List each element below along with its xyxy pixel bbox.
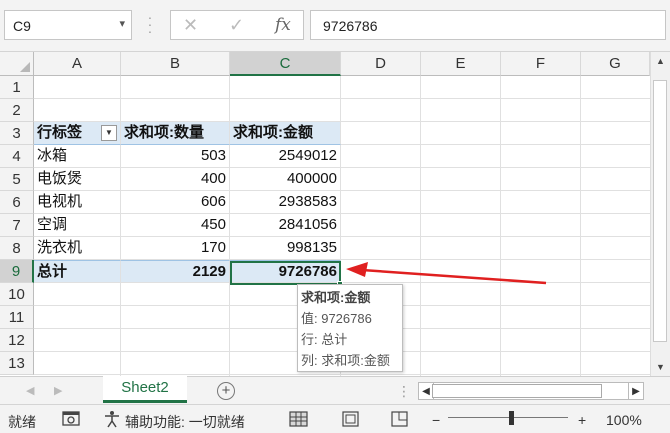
row-header-10[interactable]: 10	[0, 283, 34, 306]
pivot-qty-cell[interactable]: 450	[121, 214, 230, 237]
filter-dropdown-icon[interactable]: ▼	[101, 125, 117, 141]
pivot-qty-cell[interactable]: 170	[121, 237, 230, 260]
active-cell-border	[230, 261, 341, 285]
page-break-icon[interactable]	[390, 410, 412, 428]
zoom-level[interactable]: 100%	[606, 412, 642, 428]
pivot-amount-cell[interactable]: 2549012	[230, 145, 341, 168]
scroll-up-icon[interactable]: ▲	[656, 56, 665, 66]
select-all-corner[interactable]	[0, 52, 34, 76]
zoom-slider-track[interactable]	[448, 417, 568, 418]
row-header-3[interactable]: 3	[0, 122, 34, 145]
row-header-11[interactable]: 11	[0, 306, 34, 329]
macro-record-icon[interactable]	[62, 410, 82, 431]
scroll-down-icon[interactable]: ▼	[656, 362, 665, 372]
pivot-row-label[interactable]: 冰箱	[34, 145, 121, 168]
pivot-amount-cell[interactable]: 400000	[230, 168, 341, 191]
ready-status: 就绪	[8, 414, 36, 430]
pivot-amount-cell[interactable]: 2938583	[230, 191, 341, 214]
horizontal-scroll-thumb[interactable]	[432, 384, 602, 398]
tooltip-value: 值: 9726786	[301, 311, 372, 326]
chevron-down-icon[interactable]: ▾	[119, 17, 125, 30]
formula-buttons: ✕ ✓ fx	[170, 10, 304, 40]
zoom-out-button[interactable]: −	[432, 412, 440, 428]
page-layout-icon[interactable]	[341, 410, 363, 428]
prev-sheet-icon[interactable]: ◀	[26, 384, 34, 397]
pivot-qty-cell[interactable]: 606	[121, 191, 230, 214]
name-box[interactable]: C9 ▾	[4, 10, 132, 40]
normal-view-icon[interactable]	[289, 410, 311, 428]
row-header-1[interactable]: 1	[0, 76, 34, 99]
pivot-qty-cell[interactable]: 503	[121, 145, 230, 168]
status-bar: 就绪 辅助功能: 一切就绪 − + 100%	[0, 404, 670, 433]
row-header-7[interactable]: 7	[0, 214, 34, 237]
next-sheet-icon[interactable]: ▶	[54, 384, 62, 397]
vertical-scroll-thumb[interactable]	[653, 80, 667, 342]
pivot-row-label[interactable]: 洗衣机	[34, 237, 121, 260]
drag-dots-icon[interactable]: · · ·	[146, 10, 154, 38]
row-header-9[interactable]: 9	[0, 260, 34, 283]
pivot-row-label[interactable]: 电视机	[34, 191, 121, 214]
zoom-slider-thumb[interactable]	[509, 411, 514, 425]
row-header-12[interactable]: 12	[0, 329, 34, 352]
pivot-value-tooltip: 求和项:金额 值: 9726786 行: 总计 列: 求和项:金额	[297, 284, 403, 372]
sheet-tab-sheet2[interactable]: Sheet2	[103, 376, 187, 403]
row-header-6[interactable]: 6	[0, 191, 34, 214]
pivot-row-label[interactable]: 电饭煲	[34, 168, 121, 191]
pivot-qty-cell[interactable]: 400	[121, 168, 230, 191]
column-header-f[interactable]: F	[501, 52, 581, 76]
row-header-8[interactable]: 8	[0, 237, 34, 260]
pivot-amount-cell[interactable]: 998135	[230, 237, 341, 260]
tooltip-title: 求和项:金额	[301, 290, 371, 305]
column-header-a[interactable]: A	[34, 52, 121, 76]
enter-icon[interactable]: ✓	[229, 15, 244, 36]
row-header-13[interactable]: 13	[0, 352, 34, 375]
row-header-2[interactable]: 2	[0, 99, 34, 122]
add-sheet-icon[interactable]: +	[217, 382, 235, 400]
column-header-g[interactable]: G	[581, 52, 650, 76]
zoom-in-button[interactable]: +	[578, 412, 586, 428]
formula-input[interactable]: 9726786	[310, 10, 666, 40]
column-header-e[interactable]: E	[421, 52, 501, 76]
pivot-total-qty[interactable]: 2129	[121, 260, 230, 283]
accessibility-icon[interactable]	[103, 410, 121, 431]
tooltip-row: 行: 总计	[301, 332, 348, 347]
row-labels-text: 行标签	[37, 124, 83, 141]
split-handle-icon[interactable]: ⋮	[397, 383, 411, 400]
insert-function-icon[interactable]: fx	[275, 15, 291, 35]
tooltip-column: 列: 求和项:金额	[301, 353, 390, 368]
column-header-c[interactable]: C	[230, 52, 341, 76]
row-header-5[interactable]: 5	[0, 168, 34, 191]
pivot-row-label[interactable]: 空调	[34, 214, 121, 237]
scroll-right-icon[interactable]: ▶	[628, 382, 644, 400]
formula-value: 9726786	[323, 18, 378, 34]
row-header-4[interactable]: 4	[0, 145, 34, 168]
pivot-row-labels-header[interactable]: 行标签 ▼	[34, 122, 121, 145]
pivot-amount-header[interactable]: 求和项:金额	[230, 122, 341, 145]
name-box-value: C9	[13, 18, 31, 34]
column-header-d[interactable]: D	[341, 52, 421, 76]
pivot-qty-header[interactable]: 求和项:数量	[121, 122, 230, 145]
accessibility-status[interactable]: 辅助功能: 一切就绪	[125, 412, 245, 432]
column-header-b[interactable]: B	[121, 52, 230, 76]
pivot-amount-cell[interactable]: 2841056	[230, 214, 341, 237]
cancel-icon[interactable]: ✕	[183, 15, 198, 36]
pivot-total-label[interactable]: 总计	[34, 260, 121, 283]
